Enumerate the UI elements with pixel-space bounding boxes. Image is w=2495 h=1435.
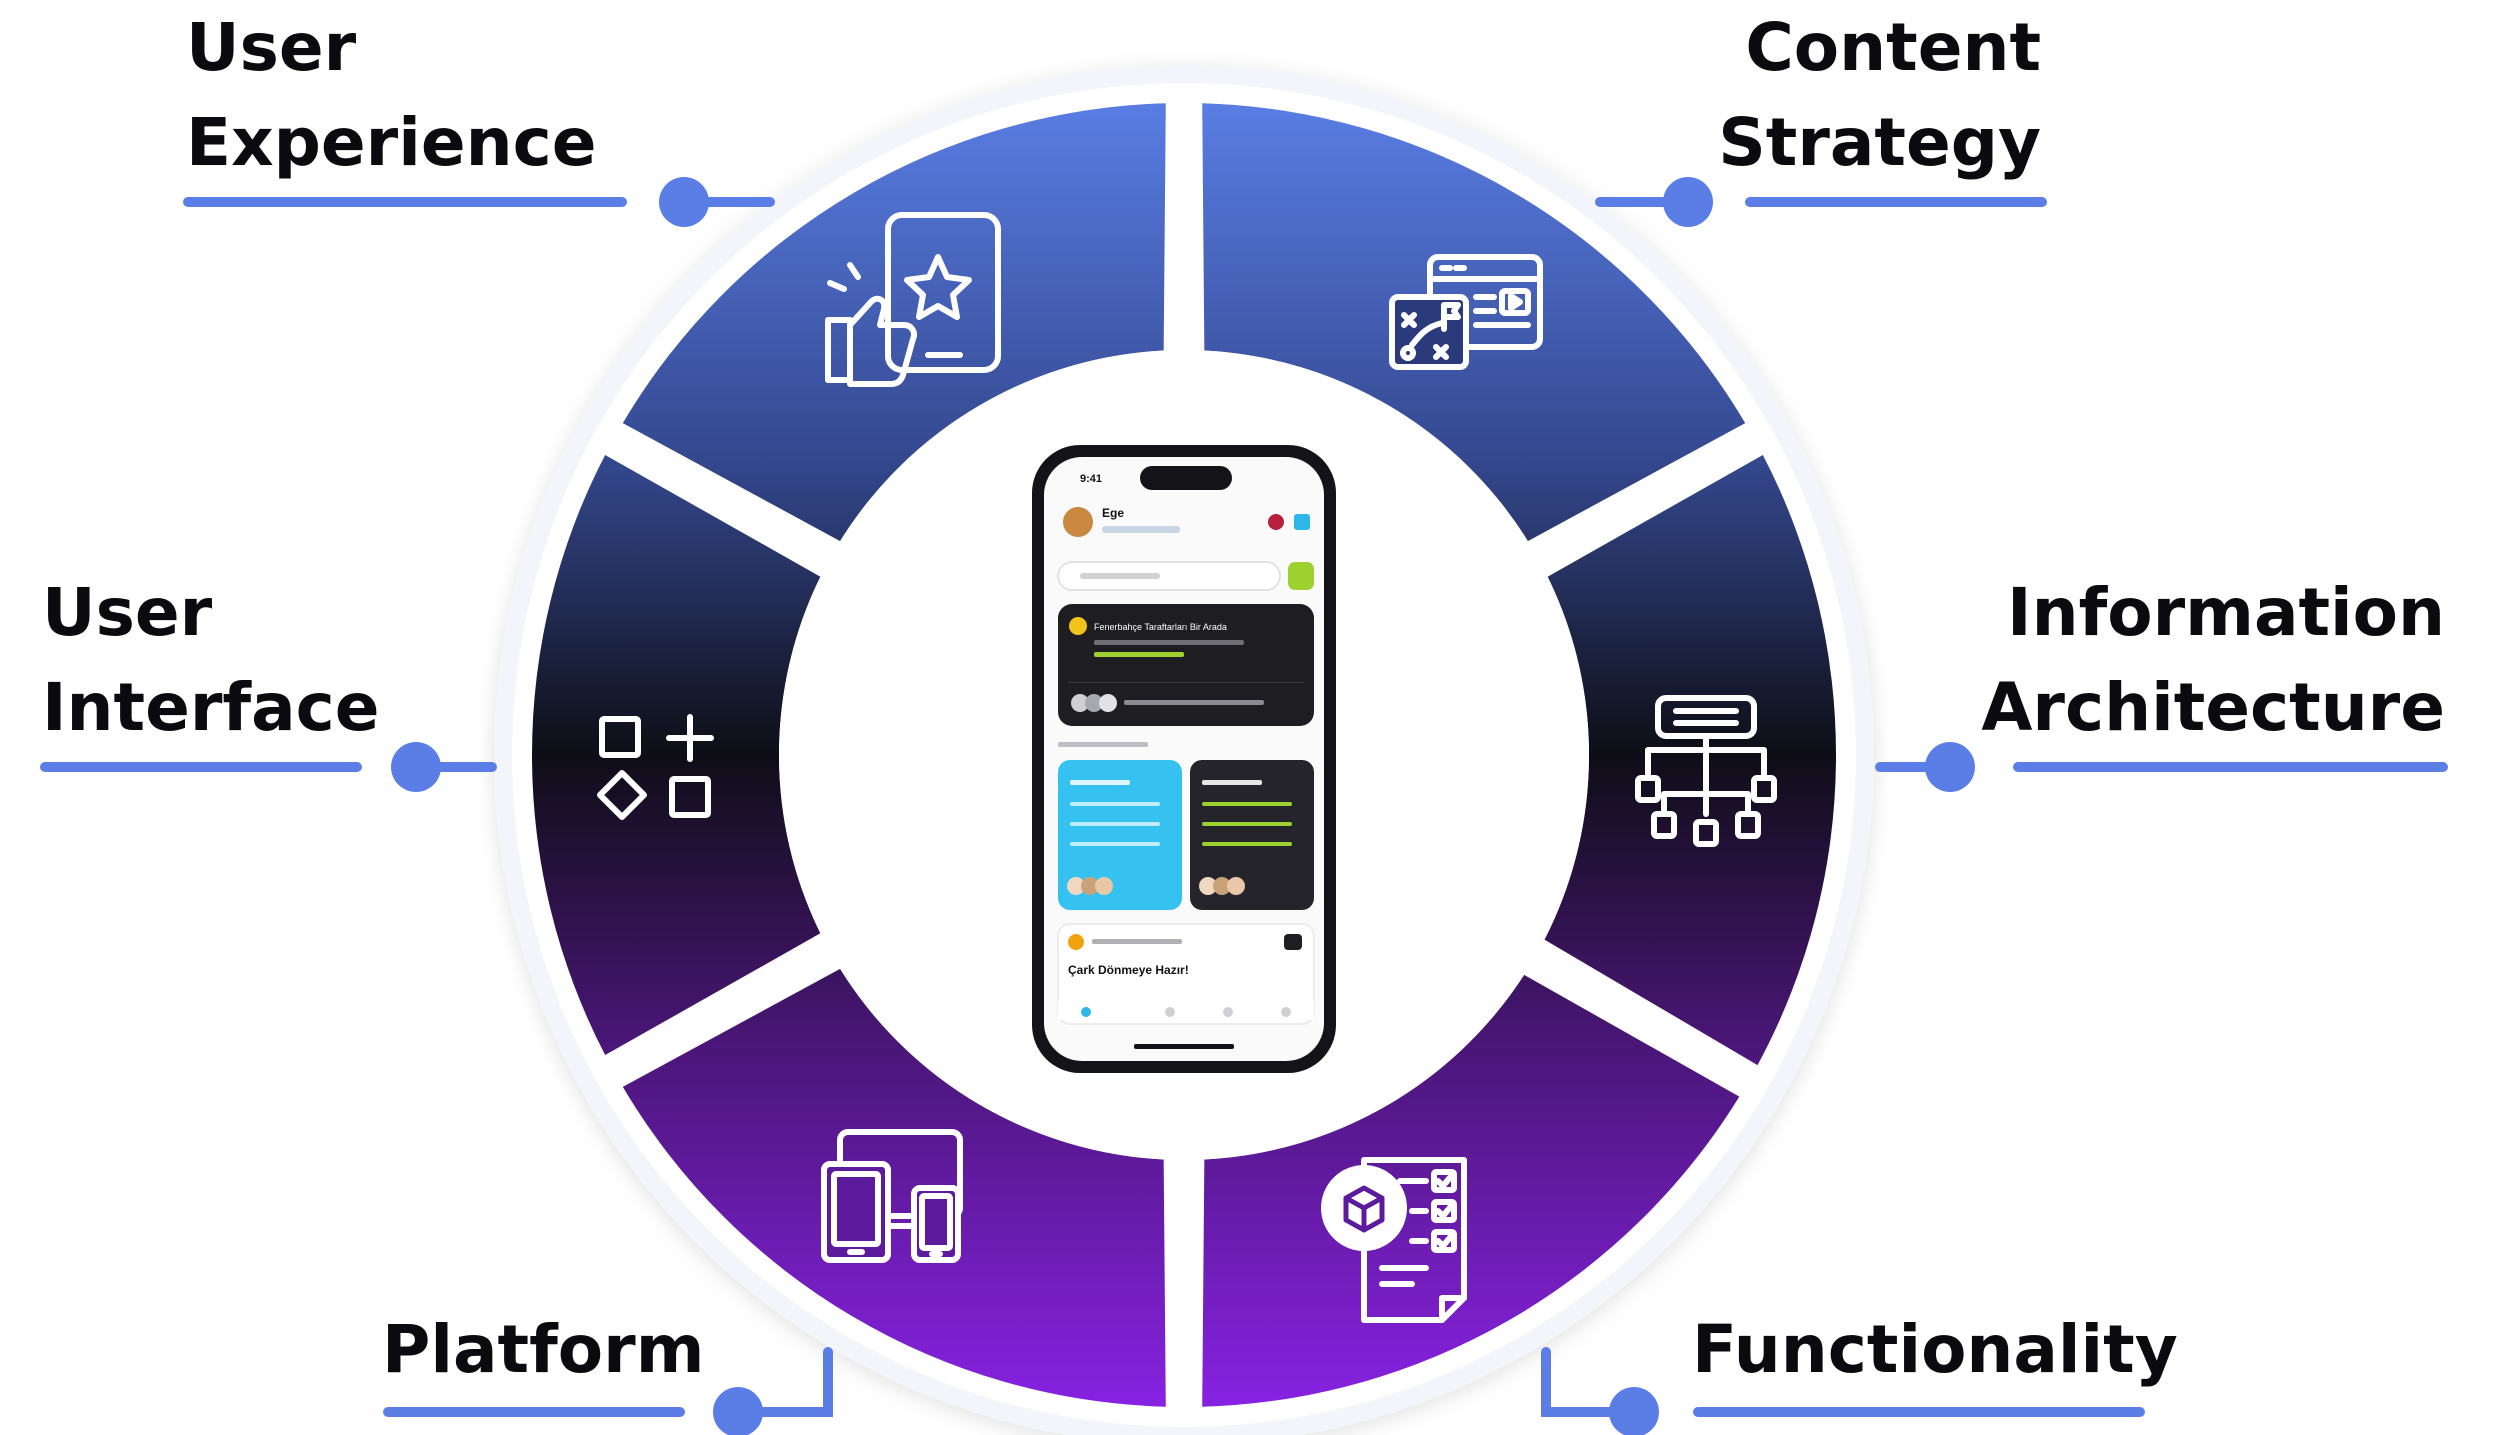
phone-subline xyxy=(1102,526,1180,533)
phone-card-line-1 xyxy=(1094,640,1244,645)
dot-user-experience xyxy=(659,177,709,227)
phone-user-name: Ege xyxy=(1102,506,1124,520)
team-logo xyxy=(1069,617,1087,635)
phone-mockup: 9:41 Ege Fenerbahçe Taraftarları Bir Ara… xyxy=(1032,445,1336,1073)
dot-information-architecture xyxy=(1925,742,1975,792)
label-functionality-line-1: Functionality xyxy=(1692,1311,2178,1388)
label-user-interface: User Interface xyxy=(42,565,380,755)
label-information-architecture-line-2: Architecture xyxy=(1981,669,2445,746)
tab-home-icon xyxy=(1081,1007,1091,1017)
label-information-architecture: Information Architecture xyxy=(1981,565,2445,755)
phone-card-title: Fenerbahçe Taraftarları Bir Arada xyxy=(1094,622,1227,632)
card-avatar-3 xyxy=(1099,694,1117,712)
dot-functionality xyxy=(1609,1387,1659,1435)
tab-community-icon xyxy=(1223,1007,1233,1017)
dot-user-interface xyxy=(391,742,441,792)
tab-search-icon xyxy=(1165,1007,1175,1017)
label-information-architecture-line-1: Information xyxy=(2007,574,2445,651)
dot-content-strategy xyxy=(1663,177,1713,227)
dot-platform xyxy=(713,1387,763,1435)
phone-scan-button xyxy=(1288,562,1314,590)
phone-bottom-card-kicker xyxy=(1092,939,1182,944)
label-content-strategy-line-2: Strategy xyxy=(1718,104,2041,181)
phone-card-divider xyxy=(1068,682,1304,683)
phone-section-label xyxy=(1058,742,1148,747)
label-platform: Platform xyxy=(382,1302,704,1397)
phone-card-footer-line xyxy=(1124,700,1264,705)
wheel-icon xyxy=(1068,934,1084,950)
avatar xyxy=(1063,507,1093,537)
grid-icon xyxy=(1294,514,1310,530)
notification-icon xyxy=(1268,514,1284,530)
label-platform-line-1: Platform xyxy=(382,1311,705,1388)
home-indicator xyxy=(1134,1044,1234,1049)
label-functionality: Functionality xyxy=(1692,1302,2178,1397)
label-user-interface-line-2: Interface xyxy=(42,669,380,746)
label-content-strategy-line-1: Content xyxy=(1745,9,2041,86)
phone-tabbar xyxy=(1058,1000,1314,1020)
label-content-strategy: Content Strategy xyxy=(1718,0,2041,190)
phone-status-time: 9:41 xyxy=(1080,473,1102,485)
label-user-experience-line-1: User xyxy=(186,9,357,86)
phone-card-line-2 xyxy=(1094,652,1184,657)
phone-notch xyxy=(1140,466,1232,490)
tab-profile-icon xyxy=(1281,1007,1291,1017)
label-user-experience: User Experience xyxy=(186,0,596,190)
label-user-experience-line-2: Experience xyxy=(186,104,597,181)
phone-section-text: Çark Dönmeye Hazır! xyxy=(1068,963,1189,977)
phone-search-placeholder xyxy=(1080,573,1160,579)
label-user-interface-line-1: User xyxy=(42,574,213,651)
phone-bottom-card-btn xyxy=(1284,934,1302,950)
diagram-canvas: 9:41 Ege Fenerbahçe Taraftarları Bir Ara… xyxy=(0,0,2495,1435)
